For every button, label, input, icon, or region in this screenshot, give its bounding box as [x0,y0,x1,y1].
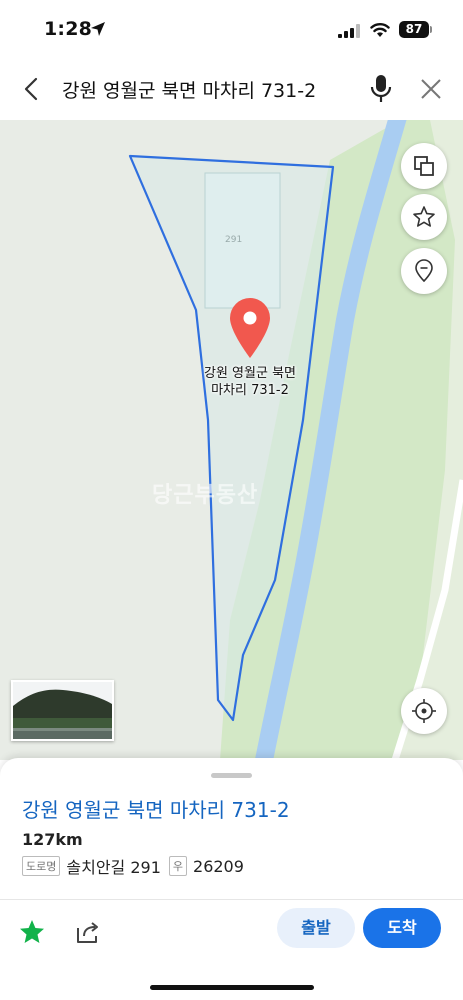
share-icon[interactable] [74,918,102,946]
star-filled-icon[interactable] [18,918,46,946]
battery-nub [430,26,432,33]
postal-code: 26209 [193,856,244,876]
close-icon[interactable] [418,76,444,102]
location-pin-outline-icon [415,259,433,283]
search-input[interactable]: 강원 영월군 북면 마차리 731-2 [62,76,316,103]
address-row: 도로명 솔치안길 291 우 26209 [22,854,244,878]
arrive-button[interactable]: 도착 [363,908,441,948]
back-arrow-icon[interactable] [18,74,46,104]
my-location-icon [412,699,436,723]
pin-label-line2: 마차리 731-2 [211,383,289,398]
cellular-signal-icon [338,24,360,38]
wifi-icon [370,23,390,37]
battery-indicator: 87 [399,21,429,38]
status-time: 1:28 [44,18,93,40]
favorite-button[interactable] [401,194,447,240]
map-view[interactable]: 291 당근부동산 강원 영월군 북면 마차리 731-2 [0,120,463,760]
location-arrow-icon [91,22,105,36]
location-pin-icon[interactable] [226,296,274,360]
search-bar: 강원 영월군 북면 마차리 731-2 [0,60,463,121]
place-title[interactable]: 강원 영월군 북면 마차리 731-2 [22,794,290,823]
home-indicator [150,985,314,990]
pin-label-line1: 강원 영월군 북면 [204,366,296,381]
my-location-button[interactable] [401,688,447,734]
street-view-image [13,682,112,739]
postal-tag: 우 [168,856,188,876]
layers-icon [414,156,434,176]
road-address-tag: 도로명 [22,856,61,876]
map-canvas [128,120,463,760]
star-outline-icon [413,206,435,227]
pin-label: 강원 영월군 북면 마차리 731-2 [186,365,314,399]
parcel-number: 291 [225,235,243,245]
place-detail-sheet: 강원 영월군 북면 마차리 731-2 127km 도로명 솔치안길 291 우… [0,758,463,1000]
microphone-icon[interactable] [368,73,394,105]
depart-button[interactable]: 출발 [277,908,355,948]
place-distance: 127km [22,830,83,849]
map-watermark: 당근부동산 [152,483,259,508]
status-bar: 1:28 87 [0,0,463,60]
street-view-thumbnail[interactable] [11,680,114,741]
layers-button[interactable] [401,143,447,189]
pin-mark-button[interactable] [401,248,447,294]
road-address: 솔치안길 291 [66,858,161,877]
sheet-drag-handle[interactable] [211,773,252,778]
divider [0,899,463,900]
